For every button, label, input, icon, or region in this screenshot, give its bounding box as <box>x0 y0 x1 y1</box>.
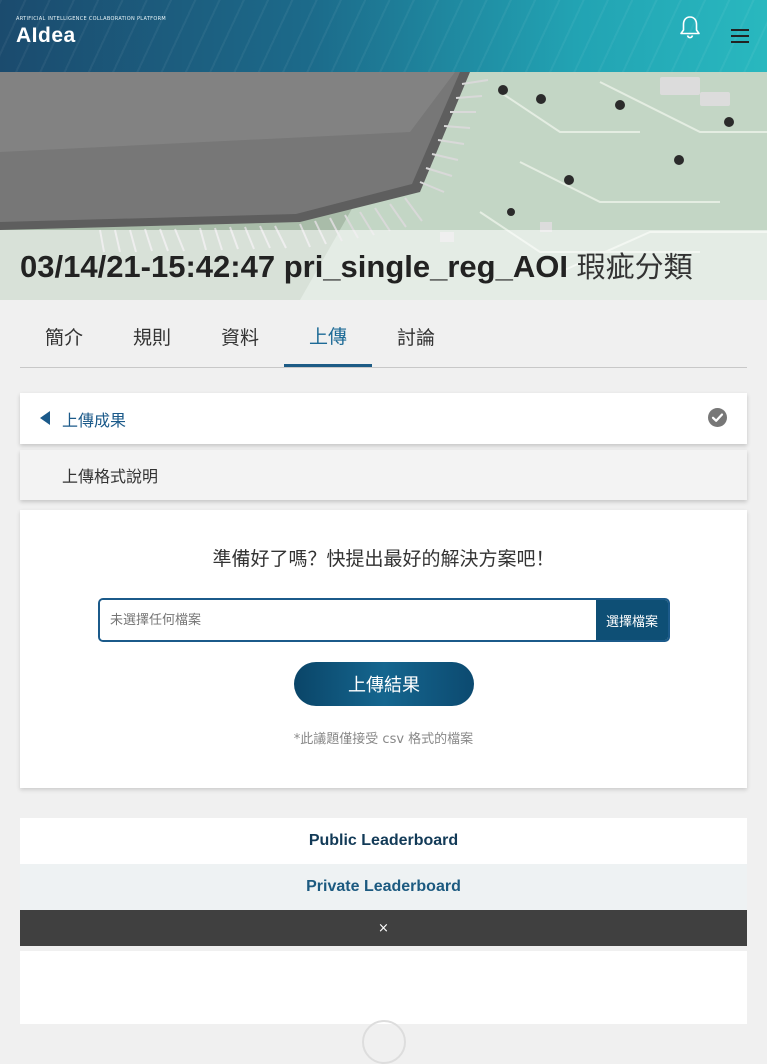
competition-title: 03/14/21-15:42:47 pri_single_reg_AOI 瑕疵分… <box>20 244 693 286</box>
private-leaderboard-tab[interactable]: Private Leaderboard <box>20 864 747 910</box>
file-name-field[interactable] <box>100 600 596 640</box>
upload-card: 準備好了嗎？快提出最好的解決方案吧！ 選擇檔案 上傳結果 *此議題僅接受 csv… <box>20 510 747 788</box>
choose-file-button[interactable]: 選擇檔案 <box>596 600 668 640</box>
upload-format-label: 上傳格式說明 <box>62 467 159 486</box>
bell-icon[interactable] <box>679 15 701 39</box>
competition-title-id: 03/14/21-15:42:47 pri_single_reg_AOI <box>20 249 568 284</box>
competition-tabs: 簡介 規則 資料 上傳 討論 <box>20 306 747 368</box>
upload-format-accordion[interactable]: 上傳格式說明 <box>20 450 747 500</box>
leaderboard-panel <box>20 951 747 1064</box>
loading-spinner-icon <box>362 1020 406 1064</box>
file-picker: 選擇檔案 <box>98 598 670 642</box>
tab-upload[interactable]: 上傳 <box>284 306 372 367</box>
upload-heading: 準備好了嗎？快提出最好的解決方案吧！ <box>212 548 555 570</box>
tab-discussion[interactable]: 討論 <box>372 306 460 367</box>
logo-text: ARTIFICIAL INTELLIGENCE COLLABORATION PL… <box>16 15 166 47</box>
top-navigation-bar: ARTIFICIAL INTELLIGENCE COLLABORATION PL… <box>0 0 767 72</box>
logo-tagline: ARTIFICIAL INTELLIGENCE COLLABORATION PL… <box>16 15 166 22</box>
public-leaderboard-tab[interactable]: Public Leaderboard <box>20 818 747 864</box>
upload-results-accordion[interactable]: 上傳成果 <box>20 393 747 444</box>
hamburger-menu-icon[interactable] <box>729 27 751 45</box>
tab-data[interactable]: 資料 <box>196 306 284 367</box>
upload-results-label: 上傳成果 <box>62 410 127 430</box>
csv-format-note: *此議題僅接受 csv 格式的檔案 <box>293 732 474 747</box>
logo-name: AIdea <box>16 23 76 47</box>
submit-results-button[interactable]: 上傳結果 <box>294 662 474 706</box>
caret-left-icon <box>40 411 50 425</box>
aidea-logo[interactable]: ARTIFICIAL INTELLIGENCE COLLABORATION PL… <box>12 10 166 52</box>
close-leaderboard-button[interactable]: × <box>20 910 747 946</box>
competition-title-suffix: 瑕疵分類 <box>576 250 693 284</box>
check-circle-icon <box>708 408 727 427</box>
tab-intro[interactable]: 簡介 <box>20 306 108 367</box>
tab-rules[interactable]: 規則 <box>108 306 196 367</box>
